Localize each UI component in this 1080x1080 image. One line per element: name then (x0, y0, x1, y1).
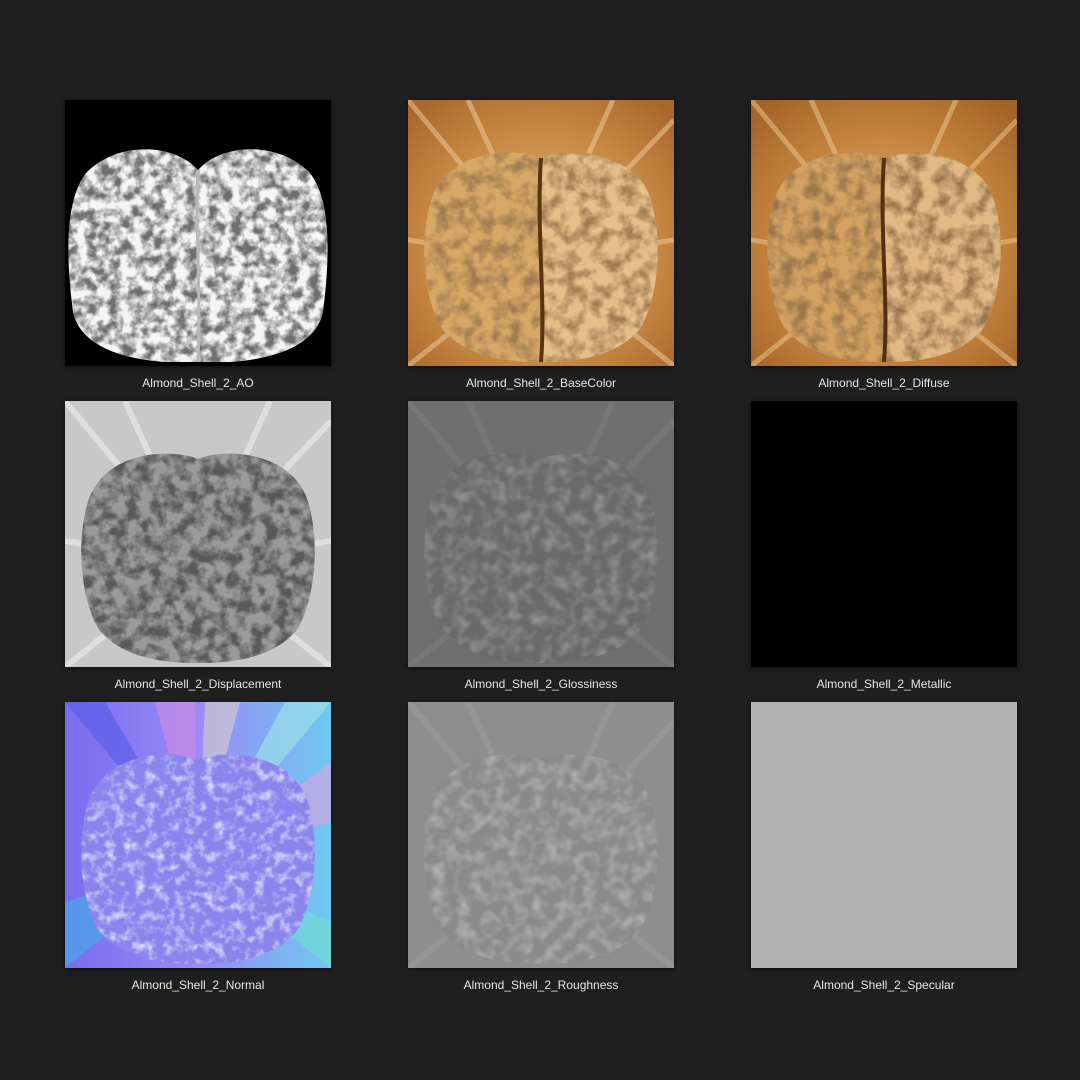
metallic-map-thumbnail[interactable] (751, 401, 1017, 667)
texture-filename: Almond_Shell_2_Glossiness (464, 677, 618, 691)
ao-map-thumbnail[interactable] (65, 100, 331, 366)
roughness-map-thumbnail[interactable] (408, 702, 674, 968)
texture-tile-metallic[interactable]: Almond_Shell_2_Metallic (751, 401, 1017, 702)
texture-tile-normal[interactable]: Almond_Shell_2_Normal (65, 702, 331, 1003)
texture-tile-ao[interactable]: Almond_Shell_2_AO (65, 100, 331, 401)
texture-tile-diffuse[interactable]: Almond_Shell_2_Diffuse (751, 100, 1017, 401)
texture-thumbnail-grid: Almond_Shell_2_AO Almond_Shell_2_BaseCol… (65, 100, 1017, 1003)
specular-map-thumbnail[interactable] (751, 702, 1017, 968)
diffuse-map-thumbnail[interactable] (751, 100, 1017, 366)
texture-tile-specular[interactable]: Almond_Shell_2_Specular (751, 702, 1017, 1003)
normal-map-thumbnail[interactable] (65, 702, 331, 968)
texture-filename: Almond_Shell_2_Normal (131, 978, 265, 992)
texture-tile-displacement[interactable]: Almond_Shell_2_Displacement (65, 401, 331, 702)
texture-filename: Almond_Shell_2_Specular (813, 978, 955, 992)
texture-filename: Almond_Shell_2_Displacement (114, 677, 282, 691)
texture-filename: Almond_Shell_2_AO (142, 376, 254, 390)
glossiness-map-thumbnail[interactable] (408, 401, 674, 667)
texture-tile-glossiness[interactable]: Almond_Shell_2_Glossiness (408, 401, 674, 702)
texture-tile-basecolor[interactable]: Almond_Shell_2_BaseColor (408, 100, 674, 401)
texture-filename: Almond_Shell_2_Metallic (816, 677, 952, 691)
texture-tile-roughness[interactable]: Almond_Shell_2_Roughness (408, 702, 674, 1003)
texture-filename: Almond_Shell_2_Roughness (463, 978, 619, 992)
texture-filename: Almond_Shell_2_Diffuse (818, 376, 950, 390)
displacement-map-thumbnail[interactable] (65, 401, 331, 667)
basecolor-map-thumbnail[interactable] (408, 100, 674, 366)
texture-filename: Almond_Shell_2_BaseColor (465, 376, 617, 390)
